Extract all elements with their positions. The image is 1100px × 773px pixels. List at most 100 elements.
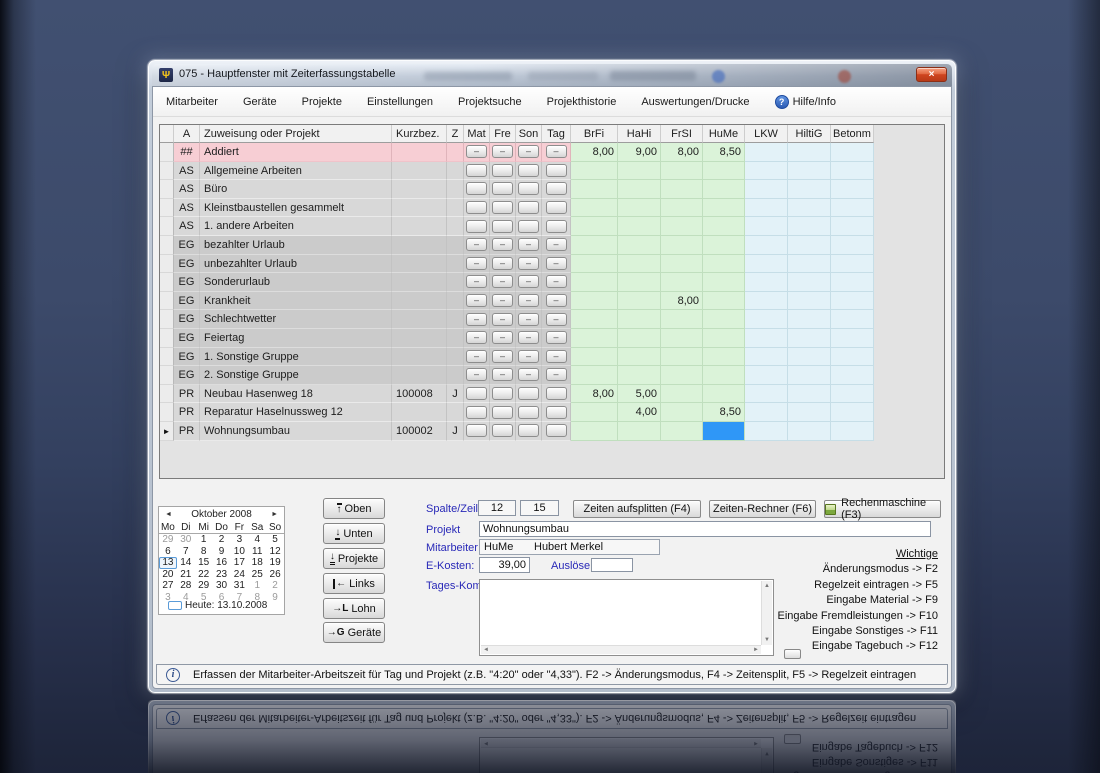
day-cell[interactable] [464,217,490,236]
day-toggle-button[interactable]: – [492,256,513,270]
zeile-input[interactable] [520,500,559,516]
day-cell[interactable] [464,384,490,404]
time-cell[interactable] [661,198,703,218]
menu-item-projekthistorie[interactable]: Projekthistorie [547,96,617,108]
row-selector[interactable] [160,347,174,367]
day-toggle-button[interactable] [518,405,539,419]
day-cell[interactable]: – [542,328,571,348]
calendar-day[interactable]: 4 [248,534,266,546]
calendar-today-row[interactable]: Heute: 13.10.2008 [159,599,284,612]
time-cell[interactable] [703,291,745,311]
day-cell[interactable] [516,421,542,441]
day-toggle-button[interactable]: – [545,349,567,363]
column-header[interactable]: HiltiG [788,125,831,143]
time-cell[interactable] [788,366,831,385]
table-row[interactable]: EG Schlechtwetter – – – – [160,310,874,329]
row-selector[interactable] [160,198,174,218]
calendar-day[interactable]: 13 [159,557,177,569]
time-cell[interactable] [745,235,788,255]
time-cell[interactable] [831,161,874,181]
scroll-up-icon[interactable]: ▲ [762,582,772,590]
day-toggle-button[interactable]: – [466,238,487,252]
day-toggle-button[interactable] [466,219,487,233]
cell-kind[interactable]: EG [174,254,200,274]
calendar-day[interactable]: 30 [213,580,231,592]
time-cell[interactable] [745,310,788,329]
cell-name[interactable]: Schlechtwetter [200,310,392,329]
time-cell[interactable] [703,161,745,181]
menu-item-projektsuche[interactable]: Projektsuche [458,96,522,108]
time-cell[interactable] [703,217,745,236]
day-toggle-button[interactable]: – [492,331,513,345]
calendar-day[interactable]: 23 [213,569,231,581]
day-toggle-button[interactable] [518,424,539,438]
time-cell[interactable] [831,403,874,422]
time-cell[interactable] [703,235,745,255]
time-cell[interactable] [788,328,831,348]
column-header[interactable]: Betonm [831,125,874,143]
cell-kurzbez[interactable] [392,161,447,181]
day-toggle-button[interactable]: – [492,349,513,363]
cell-kurzbez[interactable] [392,235,447,255]
day-cell[interactable]: – [542,291,571,311]
time-cell[interactable] [571,254,618,274]
time-cell[interactable] [571,198,618,218]
day-cell[interactable]: – [490,143,516,162]
cell-z[interactable] [447,347,464,367]
day-cell[interactable]: – [464,254,490,274]
time-cell[interactable] [618,328,661,348]
time-cell[interactable] [571,328,618,348]
calendar-day[interactable]: 6 [159,546,177,558]
zeiten-rechner-button[interactable]: Zeiten-Rechner (F6) [709,500,816,518]
cell-name[interactable]: Addiert [200,143,392,162]
cell-kind[interactable]: EG [174,235,200,255]
time-cell[interactable] [571,310,618,329]
column-header[interactable]: HaHi [618,125,661,143]
time-cell[interactable] [618,347,661,367]
cell-name[interactable]: Allgemeine Arbeiten [200,161,392,181]
day-toggle-button[interactable]: – [545,294,567,308]
time-cell[interactable] [703,198,745,218]
day-toggle-button[interactable] [518,219,539,233]
day-cell[interactable]: – [516,347,542,367]
cell-kind[interactable]: PR [174,421,200,441]
time-cell[interactable] [831,198,874,218]
time-cell[interactable] [745,366,788,385]
day-toggle-button[interactable] [545,219,567,233]
day-cell[interactable]: – [516,254,542,274]
calendar-day[interactable]: 19 [266,557,284,569]
cell-kind[interactable]: PR [174,403,200,422]
day-toggle-button[interactable] [466,163,487,177]
day-toggle-button[interactable]: – [466,312,487,326]
day-cell[interactable]: – [464,347,490,367]
menu-item-einstellungen[interactable]: Einstellungen [367,96,433,108]
day-toggle-button[interactable]: – [466,331,487,345]
day-cell[interactable]: – [464,328,490,348]
table-row[interactable]: EG 1. Sonstige Gruppe – – – – [160,347,874,367]
cell-kind[interactable]: EG [174,310,200,329]
row-selector[interactable] [160,161,174,181]
cell-z[interactable] [447,310,464,329]
row-selector[interactable] [160,254,174,274]
calendar-day[interactable]: 1 [248,580,266,592]
column-header[interactable]: Kurzbez. [392,125,447,143]
time-cell[interactable] [661,180,703,199]
cell-kurzbez[interactable] [392,403,447,422]
time-cell[interactable]: 8,50 [703,403,745,422]
day-toggle-button[interactable] [545,163,567,177]
time-cell[interactable] [661,254,703,274]
calendar-day[interactable]: 21 [177,569,195,581]
time-cell[interactable] [618,217,661,236]
geraete-button[interactable]: →G Geräte [323,622,385,643]
day-toggle-button[interactable] [466,201,487,215]
time-cell[interactable] [618,366,661,385]
column-header[interactable]: Mat [464,125,490,143]
day-cell[interactable] [490,384,516,404]
time-cell[interactable] [571,403,618,422]
time-cell[interactable] [571,366,618,385]
calendar-day[interactable]: 28 [177,580,195,592]
day-toggle-button[interactable]: – [518,349,539,363]
row-selector[interactable] [160,291,174,311]
cell-name[interactable]: 1. Sonstige Gruppe [200,347,392,367]
cell-kind[interactable]: EG [174,291,200,311]
